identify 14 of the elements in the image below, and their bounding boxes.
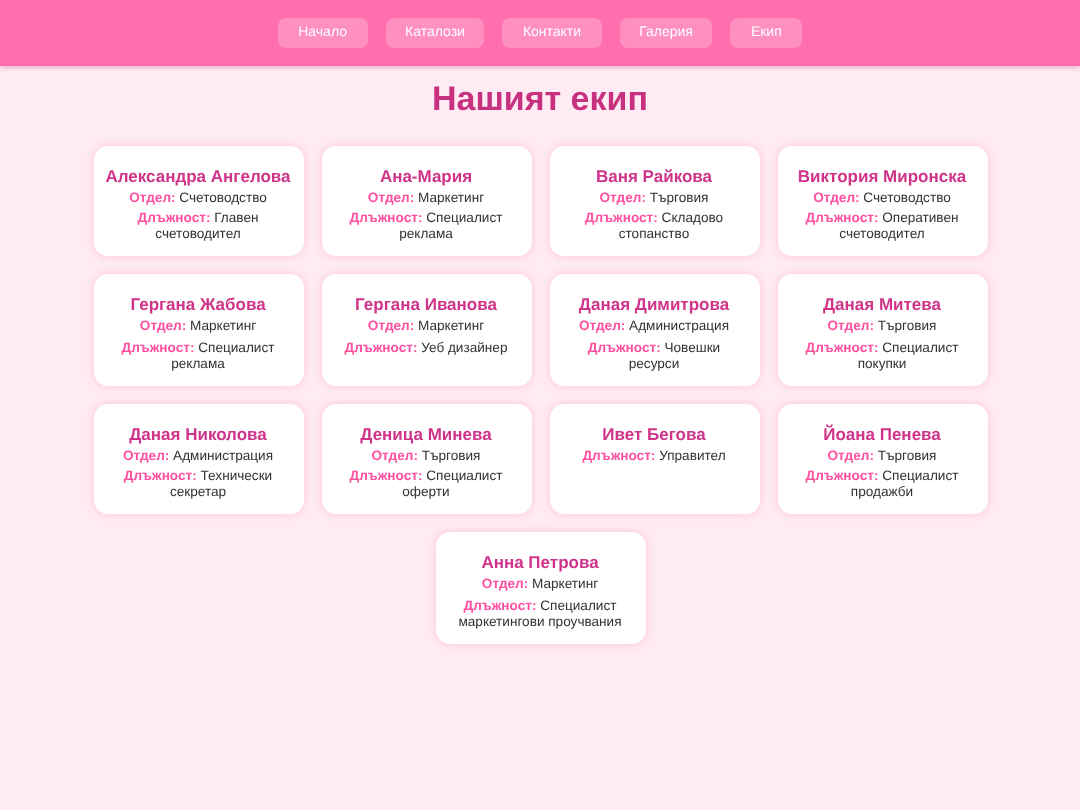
member-name: Гергана Жабова — [130, 294, 266, 315]
member-name: Йоана Пенева — [823, 423, 941, 444]
member-name: Александра Ангелова — [105, 166, 291, 186]
member-name: Даная Митева — [822, 294, 941, 315]
member-name: Даная Димитрова — [578, 294, 730, 315]
member-name: Анна Петрова — [481, 552, 599, 573]
member-name: Ана-Мария — [379, 166, 473, 186]
member-name: Гергана Иванова — [355, 294, 497, 315]
member-name: Виктория Миронска — [797, 166, 967, 186]
member-name: Ивет Бегова — [602, 423, 706, 444]
member-name: Даная Николова — [129, 423, 267, 444]
member-name: Ваня Райкова — [595, 166, 712, 186]
member-name: Деница Минева — [360, 423, 492, 444]
page-title: Нашият екип — [429, 80, 650, 120]
